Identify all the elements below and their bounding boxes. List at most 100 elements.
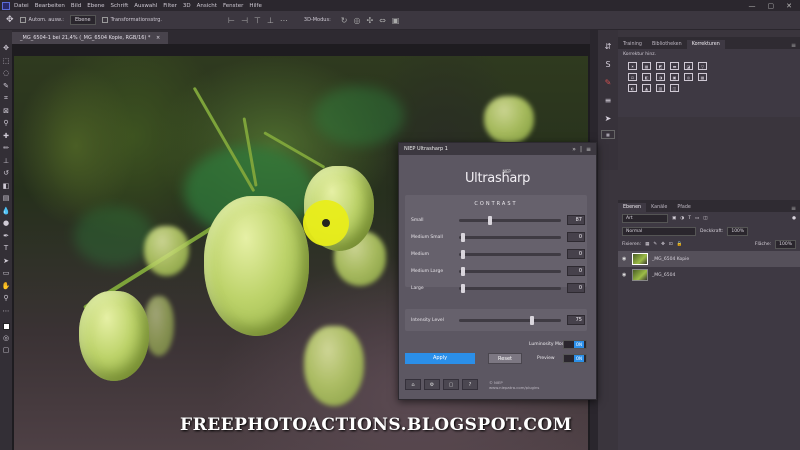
menu-filter[interactable]: Filter [163,3,177,9]
align-right-icon[interactable]: ⊤ [254,16,261,25]
reset-button[interactable]: Reset [488,353,522,364]
fill-input[interactable]: 100% [775,240,796,249]
filter-toggle-icon[interactable]: ● [792,216,796,221]
close-icon[interactable]: ✕ [786,2,792,10]
slider-knob[interactable] [529,315,534,325]
info-icon[interactable]: ▢ [443,379,459,390]
tab-channels[interactable]: Kanäle [646,203,672,212]
zoom-tool-icon[interactable]: ⚲ [2,294,11,303]
layer-row[interactable]: ◉ _MG_6504 [618,267,800,283]
history-panel-icon[interactable]: ⇵ [602,40,614,52]
swatches-panel-icon[interactable]: S [602,58,614,70]
filter-pixel-icon[interactable]: ▣ [672,216,676,221]
settings-icon[interactable]: ⚙ [424,379,440,390]
menu-schrift[interactable]: Schrift [110,3,128,9]
photo-filter-icon[interactable]: ◑ [656,73,665,81]
preview-toggle[interactable]: ON [563,354,587,363]
stamp-tool-icon[interactable]: ⊥ [2,157,11,166]
exposure-icon[interactable]: ▬ [670,62,679,70]
menu-bearbeiten[interactable]: Bearbeiten [35,3,65,9]
shape-tool-icon[interactable]: ▭ [2,269,11,278]
properties-panel-icon[interactable]: ≡ [602,94,614,106]
invert-icon[interactable]: ◐ [628,84,637,92]
align-center-icon[interactable]: ⊣ [241,16,248,25]
slider-value-input[interactable]: 0 [567,266,585,276]
auto-select-dropdown[interactable]: Ebene [69,15,96,25]
menu-bild[interactable]: Bild [71,3,81,9]
selective-color-icon[interactable]: ◫ [670,84,679,92]
filter-type-icon[interactable]: T [688,216,691,221]
menu-3d[interactable]: 3D [183,3,191,9]
transform-checkbox[interactable] [101,17,108,23]
more-tools-icon[interactable]: ⋯ [2,307,11,316]
visibility-eye-icon[interactable]: ◉ [622,272,628,278]
layer-thumbnail[interactable] [632,253,648,265]
visibility-eye-icon[interactable]: ◉ [622,256,628,262]
slider-knob[interactable] [460,283,465,293]
quick-select-tool-icon[interactable]: ✎ [2,82,11,91]
slider-value-input[interactable]: 87 [567,215,585,225]
close-panel-icon[interactable]: | [580,146,582,153]
minimize-icon[interactable]: — [749,2,756,10]
tab-adjustments[interactable]: Korrekturen [686,40,725,49]
panel-menu-icon[interactable]: ≡ [787,42,800,49]
channel-mixer-icon[interactable]: ▣ [670,73,679,81]
actions-panel-icon[interactable]: ➤ [602,112,614,124]
opacity-input[interactable]: 100% [727,227,749,236]
move-tool-icon[interactable]: ✥ [6,15,14,25]
lock-position-icon[interactable]: ✥ [661,242,665,247]
3d-slide-icon[interactable]: ⇔ [379,16,386,25]
filter-smart-icon[interactable]: ◫ [703,216,707,221]
home-icon[interactable]: ⌂ [405,379,421,390]
align-left-icon[interactable]: ⊢ [228,16,235,25]
hue-saturation-icon[interactable]: ▦ [698,73,707,81]
levels-icon[interactable]: ▦ [642,62,651,70]
curves-icon[interactable]: ◩ [656,62,665,70]
lasso-tool-icon[interactable]: ◌ [2,69,11,78]
menu-datei[interactable]: Datei [14,3,29,9]
help-icon[interactable]: ? [462,379,478,390]
plugin-menu-icon[interactable]: ≡ [586,146,591,153]
lock-artboard-icon[interactable]: ⊡ [669,242,673,247]
slider-knob[interactable] [460,249,465,259]
panel-menu-icon[interactable]: ≡ [787,205,800,212]
marquee-tool-icon[interactable]: ⬚ [2,57,11,66]
menu-ansicht[interactable]: Ansicht [197,3,217,9]
document-tab[interactable]: _MG_6504-1 bei 21,4% (_MG_6504 Kopie, RG… [12,32,169,44]
type-tool-icon[interactable]: T [2,244,11,253]
3d-rotate-icon[interactable]: ↻ [341,16,348,25]
threshold-icon[interactable]: ▥ [656,84,665,92]
eyedropper-tool-icon[interactable]: ⚲ [2,119,11,128]
align-top-icon[interactable]: ⊥ [267,16,274,25]
quick-mask-icon[interactable]: ◎ [2,334,11,343]
vibrance-icon[interactable]: ◪ [684,62,693,70]
menu-ebene[interactable]: Ebene [87,3,104,9]
slider-value-input[interactable]: 0 [567,232,585,242]
black-white-icon[interactable]: ◧ [642,73,651,81]
3d-pan-icon[interactable]: ✣ [366,16,373,25]
tab-layers[interactable]: Ebenen [618,203,647,212]
slider-knob[interactable] [488,215,493,225]
apply-button[interactable]: Apply [405,353,475,364]
tab-libraries[interactable]: Bibliotheken [647,40,687,49]
brushes-panel-icon[interactable]: ✎ [602,76,614,88]
color-panel-icon[interactable]: ▦ [601,130,615,139]
menu-fenster[interactable]: Fenster [223,3,243,9]
auto-select-checkbox[interactable] [19,17,26,23]
crop-tool-icon[interactable]: ⌗ [2,94,11,103]
color-balance-icon[interactable]: ⚖ [628,73,637,81]
slider-value-input[interactable]: 0 [567,249,585,259]
tab-training[interactable]: Training [618,40,647,49]
blend-mode-dropdown[interactable]: Normal [622,227,696,236]
color-lookup-icon[interactable]: ◎ [684,73,693,81]
auto-select-option[interactable]: Autom. ausw.: [19,17,64,23]
path-select-icon[interactable]: ➤ [2,257,11,266]
document-tab-close-icon[interactable]: × [156,35,160,41]
blur-tool-icon[interactable]: 💧 [2,207,11,216]
history-brush-icon[interactable]: ↺ [2,169,11,178]
pen-tool-icon[interactable]: ✒ [2,232,11,241]
lock-all-icon[interactable]: 🔒 [677,242,683,247]
plugin-titlebar[interactable]: NIEP Ultrasharp 1 » | ≡ [399,143,596,155]
healing-brush-icon[interactable]: ✚ [2,132,11,141]
gradient-map-icon[interactable]: ▽ [698,62,707,70]
